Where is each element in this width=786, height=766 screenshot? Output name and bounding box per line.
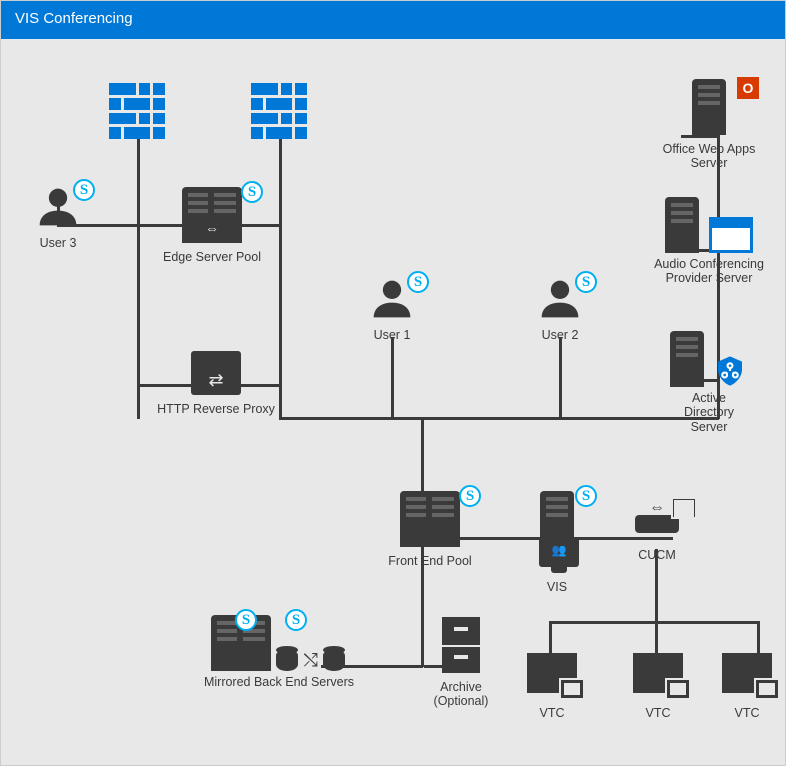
skype-icon: S xyxy=(73,179,95,201)
skype-icon: S xyxy=(407,271,429,293)
http-reverse-proxy: HTTP Reverse Proxy xyxy=(151,351,281,416)
server-icon xyxy=(692,79,726,135)
vtc-icon xyxy=(633,653,683,696)
connector xyxy=(559,337,562,419)
active-directory-server: Active Directory Server xyxy=(649,331,769,434)
server-pair-icon xyxy=(400,491,460,547)
connector xyxy=(549,621,552,655)
diagram-canvas: S User 3 ⇔ S Edge Server Pool HTTP Rever… xyxy=(1,39,785,765)
node-label: Front End Pool xyxy=(375,554,485,568)
user-3: S User 3 xyxy=(23,185,93,250)
node-label: Edge Server Pool xyxy=(157,250,267,264)
person-icon xyxy=(370,310,414,324)
cucm-router: CUCM xyxy=(625,515,689,562)
monitor-icon: 👥 xyxy=(539,537,579,567)
connector xyxy=(391,337,394,419)
skype-icon: S xyxy=(575,485,597,507)
vtc-icon xyxy=(527,653,577,696)
arrow-icon: ⤭ xyxy=(304,650,318,670)
connector xyxy=(655,621,658,655)
node-label: Office Web Apps Server xyxy=(649,142,769,171)
connector xyxy=(137,139,140,419)
firewall-icon xyxy=(109,83,165,139)
person-icon xyxy=(538,310,582,324)
firewall-2 xyxy=(251,83,307,139)
vtc-2: VTC xyxy=(623,653,693,720)
server-icon xyxy=(540,491,574,537)
node-label: CUCM xyxy=(625,548,689,562)
vtc-icon xyxy=(722,653,772,696)
node-label: VTC xyxy=(517,706,587,720)
front-end-pool: S Front End Pool xyxy=(375,491,485,568)
server-icon xyxy=(670,331,704,387)
media-icon xyxy=(671,497,697,522)
office-web-apps-server: O Office Web Apps Server xyxy=(649,79,769,171)
node-label: VTC xyxy=(623,706,693,720)
diagram-title: VIS Conferencing xyxy=(15,10,133,27)
film-clip-icon xyxy=(671,497,697,519)
skype-icon: S xyxy=(241,181,263,203)
vtc-1: VTC xyxy=(517,653,587,720)
firewall-icon xyxy=(251,83,307,139)
node-label: Audio Conferencing Provider Server xyxy=(641,257,777,286)
node-label: VIS xyxy=(517,580,597,594)
firewall-1 xyxy=(109,83,165,139)
audio-conferencing-provider-server: Audio Conferencing Provider Server xyxy=(641,197,777,286)
person-icon xyxy=(36,218,80,232)
connector xyxy=(757,621,760,655)
active-directory-icon xyxy=(712,355,748,387)
node-label: HTTP Reverse Proxy xyxy=(151,402,281,416)
node-label: User 3 xyxy=(23,236,93,250)
mirrored-back-end-servers: ⤭ S S Mirrored Back End Servers xyxy=(189,615,369,689)
node-label: VTC xyxy=(717,706,777,720)
skype-icon: S xyxy=(285,609,307,631)
vis-server: 👥 S VIS xyxy=(517,491,597,594)
window-icon xyxy=(709,217,753,253)
vtc-3: VTC xyxy=(717,653,777,720)
skype-icon: S xyxy=(459,485,481,507)
diagram-header: VIS Conferencing xyxy=(1,1,785,39)
node-label: Active Directory Server xyxy=(649,391,769,434)
node-label: Archive (Optional) xyxy=(421,680,501,709)
bidirectional-icon: ⇔ xyxy=(202,220,222,236)
connector xyxy=(549,621,759,624)
user-1: S User 1 xyxy=(357,277,427,342)
diagram-frame: VIS Conferencing xyxy=(0,0,786,766)
server-icon xyxy=(665,197,699,253)
database-icon xyxy=(276,649,298,671)
cabinet-icon xyxy=(442,617,480,673)
proxy-server-icon xyxy=(191,351,241,395)
node-label: Mirrored Back End Servers xyxy=(189,675,369,689)
edge-server-pool: ⇔ S Edge Server Pool xyxy=(157,187,267,264)
office-icon: O xyxy=(737,77,759,99)
database-icon xyxy=(323,649,345,671)
user-2: S User 2 xyxy=(525,277,595,342)
node-label: User 1 xyxy=(357,328,427,342)
archive: Archive (Optional) xyxy=(421,617,501,709)
skype-icon: S xyxy=(575,271,597,293)
skype-icon: S xyxy=(235,609,257,631)
node-label: User 2 xyxy=(525,328,595,342)
